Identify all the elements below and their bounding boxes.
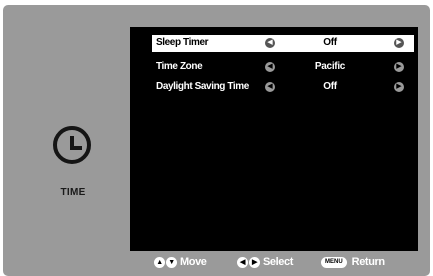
hint-select-label: Select	[263, 256, 294, 269]
arrow-right-icon[interactable]: ▶	[394, 38, 404, 48]
category-sidebar: TIME	[3, 5, 130, 276]
arrow-down-icon: ▼	[166, 256, 177, 268]
menu-row-sleep-timer[interactable]: Sleep Timer ◀ Off ▶	[152, 35, 414, 52]
settings-panel: Sleep Timer ◀ Off ▶ Time Zone ◀ Pacific …	[130, 27, 418, 251]
button-hints-bar: ▲ ▼ Move ◀ ▶ Select MENU Return	[0, 254, 433, 270]
hint-move-label: Move	[180, 256, 207, 269]
menu-row-value: Off	[323, 81, 337, 92]
category-label: TIME	[60, 187, 86, 198]
menu-row-value: Off	[323, 37, 337, 48]
hint-return: MENU Return	[321, 254, 385, 270]
hint-return-label: Return	[351, 256, 385, 269]
menu-row-label: Sleep Timer	[156, 37, 209, 48]
arrow-left-icon[interactable]: ◀	[265, 62, 275, 72]
arrow-right-icon[interactable]: ▶	[394, 82, 404, 92]
arrow-left-icon: ◀	[237, 256, 248, 268]
arrow-right-icon: ▶	[249, 256, 260, 268]
hint-move: ▲ ▼ Move	[154, 254, 207, 270]
arrow-left-icon[interactable]: ◀	[265, 82, 275, 92]
menu-row-label: Time Zone	[156, 61, 203, 72]
menu-row-daylight-saving-time[interactable]: Daylight Saving Time ◀ Off ▶	[152, 79, 414, 96]
arrow-left-icon[interactable]: ◀	[265, 38, 275, 48]
arrow-right-icon[interactable]: ▶	[394, 62, 404, 72]
menu-key-icon: MENU	[321, 256, 347, 268]
menu-row-time-zone[interactable]: Time Zone ◀ Pacific ▶	[152, 59, 414, 76]
menu-row-value: Pacific	[314, 61, 346, 72]
arrow-up-icon: ▲	[154, 256, 165, 268]
hint-select: ◀ ▶ Select	[237, 254, 293, 270]
clock-icon	[53, 126, 91, 164]
menu-row-label: Daylight Saving Time	[156, 81, 249, 92]
